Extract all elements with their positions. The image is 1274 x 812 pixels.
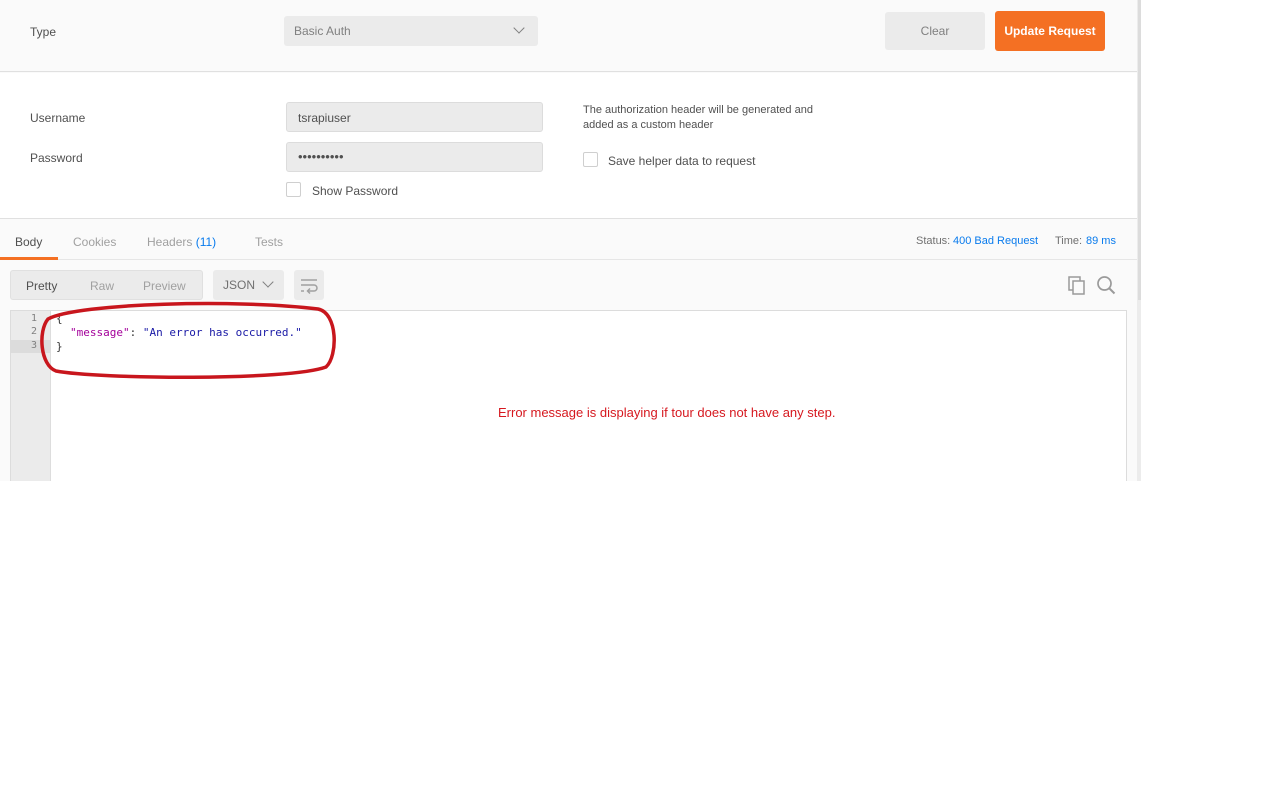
wrap-lines-button[interactable]: [294, 270, 324, 300]
helper-text-line1: The authorization header will be generat…: [583, 104, 813, 116]
auth-credentials: Username tsrapiuser Password •••••••••• …: [0, 73, 1137, 218]
save-helper-checkbox[interactable]: [583, 152, 598, 167]
chevron-down-icon: [262, 276, 274, 288]
tab-headers-label: Headers: [147, 235, 193, 249]
time-label: Time:: [1055, 235, 1083, 247]
username-label: Username: [30, 111, 86, 125]
annotation-text: Error message is displaying if tour does…: [498, 405, 836, 420]
show-password-label: Show Password: [312, 184, 399, 198]
view-mode-group: Pretty Raw Preview: [10, 270, 203, 300]
status-label: Status:: [916, 235, 951, 247]
tab-tests[interactable]: Tests: [255, 235, 283, 249]
show-password-checkbox[interactable]: [286, 182, 301, 197]
clear-button[interactable]: Clear: [885, 12, 985, 50]
line-number: 3: [30, 340, 37, 351]
update-request-button[interactable]: Update Request: [995, 11, 1105, 51]
annotation-ellipse: [40, 301, 336, 380]
tab-body[interactable]: Body: [15, 235, 42, 249]
view-pretty[interactable]: Pretty: [26, 279, 57, 293]
view-preview[interactable]: Preview: [143, 279, 186, 293]
active-tab-indicator: [0, 257, 58, 260]
line-number: 1: [30, 313, 37, 324]
password-label: Password: [30, 151, 83, 165]
response-tabs-bar: Body Cookies Headers (11) Tests Status: …: [0, 218, 1137, 260]
format-value: JSON: [223, 278, 256, 292]
format-select[interactable]: JSON: [213, 270, 284, 300]
search-icon[interactable]: [1095, 274, 1117, 296]
headers-count: (11): [195, 235, 217, 249]
status-value: 400 Bad Request: [953, 235, 1039, 247]
copy-icon[interactable]: [1066, 274, 1088, 296]
tab-headers[interactable]: Headers (11): [147, 235, 216, 249]
username-field[interactable]: tsrapiuser: [286, 102, 543, 132]
tab-cookies[interactable]: Cookies: [73, 235, 116, 249]
type-label: Type: [30, 25, 57, 39]
username-value: tsrapiuser: [298, 111, 351, 125]
line-number: 2: [30, 326, 37, 337]
auth-type-select[interactable]: Basic Auth: [284, 16, 538, 46]
helper-text: The authorization header will be generat…: [583, 103, 843, 133]
password-field[interactable]: ••••••••••: [286, 142, 543, 172]
auth-type-bar: Type Basic Auth Clear Update Request: [0, 0, 1137, 72]
chevron-down-icon: [513, 22, 525, 34]
view-raw[interactable]: Raw: [90, 279, 114, 293]
time-value: 89 ms: [1086, 235, 1116, 247]
auth-type-value: Basic Auth: [294, 24, 351, 38]
save-helper-label: Save helper data to request: [608, 154, 756, 168]
scrollbar-thumb[interactable]: [1138, 0, 1141, 300]
helper-text-line2: added as a custom header: [583, 119, 714, 131]
postman-panel: Type Basic Auth Clear Update Request Use…: [0, 0, 1137, 481]
wrap-lines-icon: [301, 279, 318, 295]
password-value: ••••••••••: [298, 149, 344, 164]
